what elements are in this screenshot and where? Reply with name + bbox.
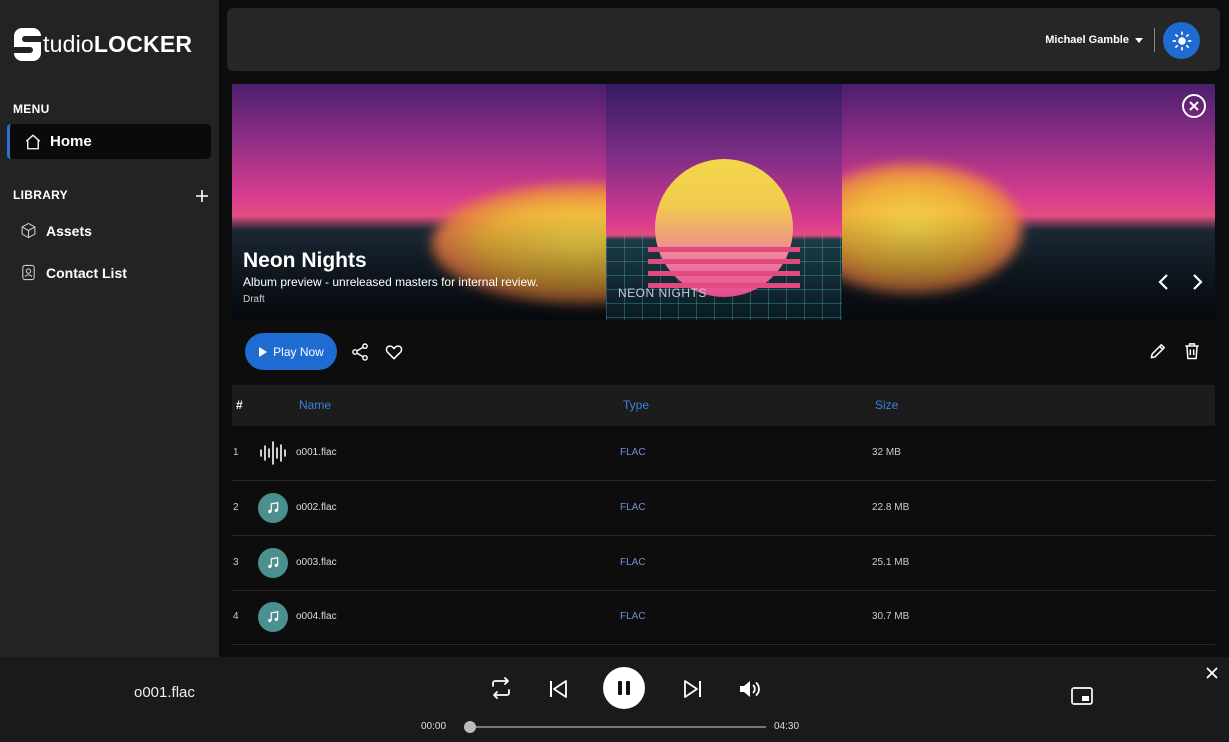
track-thumbnail [258,548,288,578]
header-divider [1154,28,1155,52]
chevron-down-icon [1135,37,1143,43]
player-bar: o001.flac 00:00 04:30 [0,657,1229,742]
track-number: 4 [233,611,239,622]
album-subtitle: Album preview - unreleased masters for i… [243,275,539,289]
track-name: o004.flac [296,611,337,622]
home-icon [25,134,41,149]
trash-icon[interactable] [1182,341,1202,361]
album-title: Neon Nights [243,249,367,272]
play-now-button[interactable]: Play Now [245,333,337,370]
current-time: 00:00 [421,721,447,732]
track-table-header: # Name Type Size [232,385,1215,426]
album-cover-image: NEON NIGHTS [606,84,842,320]
sidebar-item-contact-list-label: Contact List [46,264,127,281]
logo-suffix: LOCKER [93,31,193,57]
top-bar: Michael Gamble [227,8,1220,71]
track-thumbnail [258,602,288,632]
track-name: o003.flac [296,557,337,568]
play-icon [259,346,268,357]
picture-in-picture-icon[interactable] [1071,687,1093,705]
cover-sun [655,159,793,297]
column-header-type[interactable]: Type [623,398,649,412]
track-type: FLAC [620,502,646,513]
album-status: Draft [243,294,265,305]
track-size: 30.7 MB [872,611,910,622]
edit-pencil-icon[interactable] [1148,341,1168,361]
track-name: o002.flac [296,502,337,513]
contact-book-icon [22,264,35,281]
track-row[interactable]: 1 o001.flac FLAC 32 MB [232,426,1215,481]
sidebar-item-home[interactable]: Home [7,124,211,159]
sidebar-item-contact-list[interactable]: Contact List [20,264,127,281]
cover-stripe [648,271,800,276]
logo[interactable]: tudioLOCKER [14,28,192,61]
track-thumbnail [258,493,288,523]
app-root: tudioLOCKER MENU Home LIBRARY Assets Con… [0,0,1229,742]
track-type: FLAC [620,557,646,568]
cover-title-text: NEON NIGHTS [618,286,707,300]
user-name: Michael Gamble [1045,34,1129,46]
play-now-label: Play Now [273,344,324,359]
sidebar-item-assets[interactable]: Assets [20,222,92,239]
chevron-right-icon[interactable] [1189,272,1205,292]
duration-time: 04:30 [774,721,800,732]
album-hero: NEON NIGHTS Neon Nights Album preview - … [232,84,1215,320]
progress-track[interactable] [470,726,766,728]
track-number: 3 [233,557,239,568]
progress-handle[interactable] [464,721,476,733]
pause-button[interactable] [603,667,645,709]
menu-section-label: MENU [13,102,50,116]
pause-icon [618,681,630,695]
cube-icon [21,222,36,239]
user-menu[interactable]: Michael Gamble [1045,34,1143,46]
column-header-number: # [236,398,243,412]
sidebar: tudioLOCKER MENU Home LIBRARY Assets Con… [0,0,219,657]
music-note-icon [268,611,279,623]
library-section-label: LIBRARY [13,188,68,202]
music-note-icon [268,502,279,514]
volume-icon[interactable] [737,676,763,702]
logo-text: tudioLOCKER [43,31,192,58]
music-note-icon [268,557,279,569]
add-library-icon[interactable] [194,188,210,204]
track-type: FLAC [620,611,646,622]
close-hero-button[interactable] [1182,94,1206,118]
sidebar-item-assets-label: Assets [46,222,92,239]
next-track-icon[interactable] [679,676,705,702]
share-icon[interactable] [350,342,370,362]
track-number: 2 [233,502,239,513]
column-header-size[interactable]: Size [875,398,898,412]
heart-icon[interactable] [384,342,404,362]
track-number: 1 [233,447,239,458]
close-player-icon[interactable] [1205,666,1219,680]
column-header-name[interactable]: Name [299,398,331,412]
now-playing-title: o001.flac [134,684,195,701]
cover-stripe [648,247,800,252]
logo-mark [14,28,41,61]
previous-track-icon[interactable] [546,676,572,702]
close-icon [1189,101,1199,111]
track-name: o001.flac [296,447,337,458]
track-row[interactable]: 4 o004.flac FLAC 30.7 MB [232,590,1215,645]
track-row[interactable]: 3 o003.flac FLAC 25.1 MB [232,536,1215,591]
track-size: 32 MB [872,447,901,458]
cover-stripe [648,259,800,264]
waveform-playing-icon [260,441,286,465]
track-size: 25.1 MB [872,557,910,568]
logo-prefix: tudio [43,31,94,57]
track-row[interactable]: 2 o002.flac FLAC 22.8 MB [232,481,1215,536]
track-type: FLAC [620,447,646,458]
chevron-left-icon[interactable] [1156,272,1172,292]
sidebar-item-home-label: Home [50,133,92,150]
theme-toggle-button[interactable] [1163,22,1200,59]
track-size: 22.8 MB [872,502,910,513]
repeat-icon[interactable] [488,675,514,701]
sun-icon [1171,30,1192,51]
